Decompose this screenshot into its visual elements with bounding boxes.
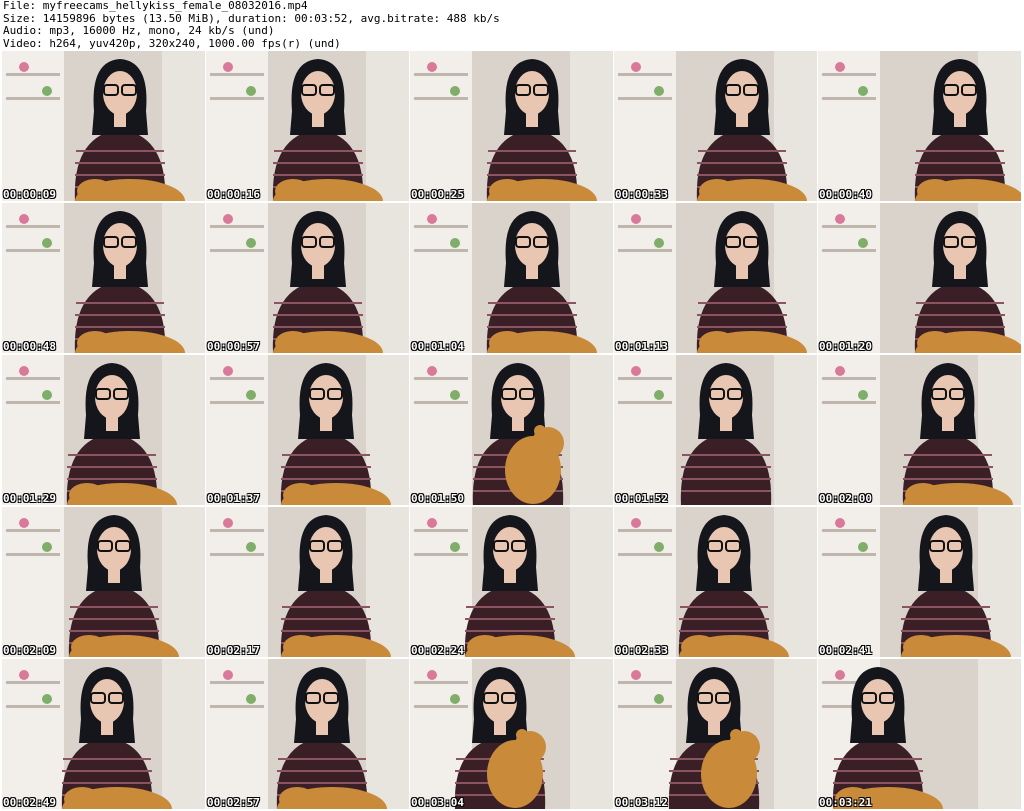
frame-image (2, 203, 205, 353)
frame-timestamp: 00:02:17 (207, 644, 260, 657)
thumbnail-grid: 00:00:09 00:00:16 00:00:25 00:00:33 00:0… (2, 51, 1022, 811)
frame-image (2, 507, 205, 657)
video-frame-thumbnail: 00:02:49 (2, 659, 205, 809)
frame-timestamp: 00:00:48 (3, 340, 56, 353)
video-frame-thumbnail: 00:02:17 (206, 507, 409, 657)
video-frame-thumbnail: 00:01:04 (410, 203, 613, 353)
audio-info-line: Audio: mp3, 16000 Hz, mono, 24 kb/s (und… (3, 24, 275, 37)
frame-image (614, 203, 817, 353)
frame-timestamp: 00:03:21 (819, 796, 872, 809)
file-name-line: File: myfreecams_hellykiss_female_080320… (3, 0, 308, 12)
frame-image (818, 507, 1021, 657)
video-frame-thumbnail: 00:01:37 (206, 355, 409, 505)
video-frame-thumbnail: 00:01:20 (818, 203, 1021, 353)
frame-timestamp: 00:00:25 (411, 188, 464, 201)
frame-timestamp: 00:02:57 (207, 796, 260, 809)
video-frame-thumbnail: 00:00:40 (818, 51, 1021, 201)
video-frame-thumbnail: 00:02:57 (206, 659, 409, 809)
file-info-header: File: myfreecams_hellykiss_female_080320… (3, 0, 1021, 50)
frame-image (818, 51, 1021, 201)
video-frame-thumbnail: 00:00:33 (614, 51, 817, 201)
frame-image (818, 659, 1021, 809)
frame-image (614, 659, 817, 809)
frame-timestamp: 00:00:09 (3, 188, 56, 201)
video-frame-thumbnail: 00:01:29 (2, 355, 205, 505)
video-frame-thumbnail: 00:00:57 (206, 203, 409, 353)
frame-image (410, 659, 613, 809)
video-frame-thumbnail: 00:02:41 (818, 507, 1021, 657)
frame-timestamp: 00:02:49 (3, 796, 56, 809)
frame-timestamp: 00:03:04 (411, 796, 464, 809)
frame-timestamp: 00:02:24 (411, 644, 464, 657)
frame-timestamp: 00:01:29 (3, 492, 56, 505)
video-frame-thumbnail: 00:00:48 (2, 203, 205, 353)
frame-timestamp: 00:01:20 (819, 340, 872, 353)
video-frame-thumbnail: 00:01:13 (614, 203, 817, 353)
video-frame-thumbnail: 00:00:16 (206, 51, 409, 201)
frame-timestamp: 00:03:12 (615, 796, 668, 809)
frame-timestamp: 00:02:33 (615, 644, 668, 657)
frame-image (410, 507, 613, 657)
frame-image (614, 507, 817, 657)
frame-timestamp: 00:00:40 (819, 188, 872, 201)
video-frame-thumbnail: 00:01:52 (614, 355, 817, 505)
video-frame-thumbnail: 00:00:09 (2, 51, 205, 201)
frame-timestamp: 00:02:00 (819, 492, 872, 505)
frame-image (614, 355, 817, 505)
frame-timestamp: 00:02:41 (819, 644, 872, 657)
frame-image (2, 51, 205, 201)
frame-image (818, 355, 1021, 505)
frame-timestamp: 00:00:16 (207, 188, 260, 201)
frame-image (2, 355, 205, 505)
video-frame-thumbnail: 00:03:04 (410, 659, 613, 809)
video-frame-thumbnail: 00:02:00 (818, 355, 1021, 505)
video-frame-thumbnail: 00:02:09 (2, 507, 205, 657)
frame-image (206, 203, 409, 353)
frame-timestamp: 00:01:50 (411, 492, 464, 505)
frame-timestamp: 00:01:13 (615, 340, 668, 353)
video-info-line: Video: h264, yuv420p, 320x240, 1000.00 f… (3, 36, 341, 50)
video-frame-thumbnail: 00:01:50 (410, 355, 613, 505)
frame-image (206, 51, 409, 201)
video-frame-thumbnail: 00:02:24 (410, 507, 613, 657)
frame-image (206, 507, 409, 657)
video-frame-thumbnail: 00:02:33 (614, 507, 817, 657)
frame-timestamp: 00:00:33 (615, 188, 668, 201)
frame-timestamp: 00:01:04 (411, 340, 464, 353)
video-frame-thumbnail: 00:00:25 (410, 51, 613, 201)
video-frame-thumbnail: 00:03:21 (818, 659, 1021, 809)
frame-image (410, 51, 613, 201)
frame-image (410, 355, 613, 505)
frame-image (2, 659, 205, 809)
frame-timestamp: 00:00:57 (207, 340, 260, 353)
video-frame-thumbnail: 00:03:12 (614, 659, 817, 809)
frame-image (818, 203, 1021, 353)
frame-image (410, 203, 613, 353)
frame-timestamp: 00:01:52 (615, 492, 668, 505)
frame-timestamp: 00:01:37 (207, 492, 260, 505)
frame-timestamp: 00:02:09 (3, 644, 56, 657)
frame-image (206, 659, 409, 809)
frame-image (614, 51, 817, 201)
frame-image (206, 355, 409, 505)
